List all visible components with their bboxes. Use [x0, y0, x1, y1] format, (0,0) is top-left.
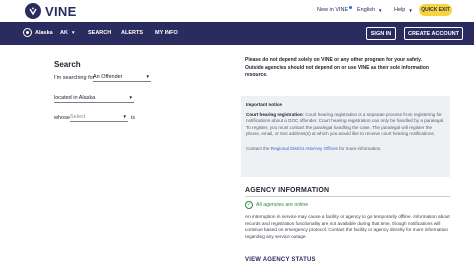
safety-warning-line1: Please do not depend solely on VINE or a…	[245, 57, 422, 63]
state-name: Alaska	[35, 29, 53, 36]
location-select[interactable]: located in Alaska ▼	[54, 93, 134, 103]
main-navbar: Alaska AK ▼ SEARCH ALERTS MY INFO SIGN I…	[0, 22, 474, 45]
nav-my-info[interactable]: MY INFO	[155, 30, 178, 36]
new-in-vine-link[interactable]: New in VINE	[317, 6, 353, 13]
logo-text: VINE	[45, 3, 77, 19]
help-label: Help	[394, 7, 406, 13]
searching-for-label: I'm searching for	[54, 75, 95, 81]
whose-select[interactable]: Select ▼	[70, 112, 128, 122]
notice-title: Important notice	[246, 102, 282, 107]
view-agency-status-link[interactable]: VIEW AGENCY STATUS	[245, 257, 316, 263]
important-notice-panel: Important notice Court hearing registrat…	[241, 96, 450, 177]
chevron-down-icon: ▼	[70, 30, 76, 35]
chevron-down-icon: ▼	[408, 7, 413, 13]
language-label: English	[357, 7, 376, 13]
chevron-down-icon: ▼	[128, 95, 133, 100]
agency-info-body: An interruption in service may cause a f…	[245, 214, 450, 239]
chevron-down-icon: ▼	[145, 74, 150, 79]
language-dropdown[interactable]: English ▼	[357, 7, 383, 13]
agency-divider	[245, 196, 450, 197]
sign-in-button[interactable]: SIGN IN	[366, 27, 396, 40]
state-abbr: AK	[60, 30, 68, 36]
quick-exit-button[interactable]: QUICK EXIT	[419, 4, 452, 16]
searching-for-select[interactable]: An Offender ▼	[93, 72, 151, 82]
search-title: Search	[54, 60, 81, 69]
agency-status-text: All agencies are online	[256, 202, 309, 208]
safety-warning-line2: Outside agencies should not depend on or…	[245, 64, 429, 79]
whose-placeholder: Select	[70, 113, 86, 120]
nav-alerts[interactable]: ALERTS	[121, 30, 143, 36]
searching-for-value: An Offender	[93, 73, 123, 80]
regional-da-offices-link[interactable]: Regional District Attorney Offices	[271, 146, 338, 151]
location-value: located in Alaska	[54, 94, 96, 101]
notice-body: Court hearing registration: Court hearin…	[246, 112, 445, 138]
nav-search[interactable]: SEARCH	[88, 30, 111, 36]
new-indicator-icon	[349, 6, 353, 9]
vine-logo-icon	[25, 3, 41, 19]
create-account-button[interactable]: CREATE ACCOUNT	[404, 27, 463, 40]
notice-body-bold: Court hearing registration	[246, 111, 303, 117]
notice-footer-pre: Contact the	[246, 145, 271, 151]
new-in-vine-label: New in VINE	[317, 7, 349, 13]
state-selector[interactable]: Alaska	[23, 28, 53, 37]
whose-label: whose	[54, 115, 70, 121]
state-abbr-dropdown[interactable]: AK ▼	[60, 30, 75, 36]
agency-status-badge: ✓ All agencies are online	[245, 201, 308, 209]
top-header: VINE New in VINE English ▼ Help ▼ QUICK …	[0, 0, 474, 22]
chevron-down-icon: ▼	[378, 7, 383, 13]
safety-warning: Please do not depend solely on VINE or a…	[245, 57, 450, 80]
notice-footer-post: for more information.	[337, 145, 382, 151]
vine-logo[interactable]: VINE	[25, 3, 77, 19]
location-pin-icon	[23, 28, 32, 37]
chevron-down-icon: ▼	[122, 114, 127, 119]
notice-footer: Contact the Regional District Attorney O…	[246, 146, 445, 153]
help-dropdown[interactable]: Help ▼	[394, 7, 413, 13]
agency-info-title: AGENCY INFORMATION	[245, 187, 330, 194]
check-circle-icon: ✓	[245, 201, 253, 209]
is-label: is	[131, 115, 135, 121]
